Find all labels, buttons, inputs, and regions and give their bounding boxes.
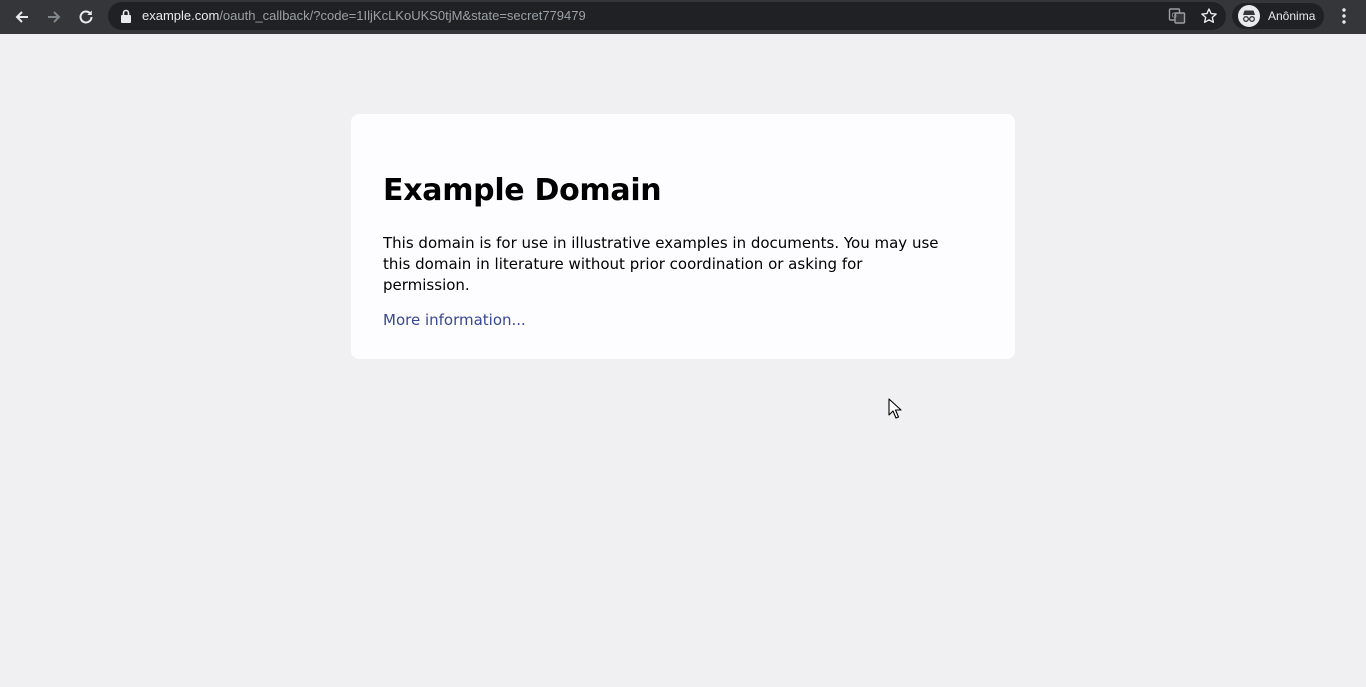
lock-icon[interactable] <box>120 9 132 23</box>
browser-toolbar: example.com/oauth_callback/?code=1IljKcL… <box>0 0 1366 34</box>
forward-button[interactable] <box>38 2 70 32</box>
page-description: This domain is for use in illustrative e… <box>383 234 939 294</box>
star-icon[interactable] <box>1200 7 1218 25</box>
reload-button[interactable] <box>70 2 102 32</box>
address-bar[interactable]: example.com/oauth_callback/?code=1IljKcL… <box>108 2 1226 30</box>
kebab-menu-icon[interactable] <box>1334 6 1354 26</box>
more-information-link[interactable]: More information... <box>383 311 526 329</box>
incognito-icon <box>1238 5 1260 27</box>
content-card: Example Domain This domain is for use in… <box>351 114 1015 359</box>
page-title: Example Domain <box>383 173 662 208</box>
reload-icon <box>79 10 93 24</box>
svg-text:G: G <box>1172 12 1177 20</box>
url-path: /oauth_callback/?code=1IljKcLKoUKS0tjM&s… <box>219 8 586 23</box>
url-host: example.com <box>142 8 220 23</box>
translate-icon[interactable]: G <box>1168 7 1186 25</box>
forward-arrow-icon <box>48 11 61 23</box>
mouse-cursor-icon <box>888 398 902 419</box>
back-button[interactable] <box>6 2 38 32</box>
profile-label: Anônima <box>1268 9 1316 23</box>
incognito-profile-button[interactable]: Anônima <box>1232 3 1324 29</box>
url-text[interactable]: example.com/oauth_callback/?code=1IljKcL… <box>142 8 586 23</box>
back-arrow-icon <box>15 11 28 23</box>
